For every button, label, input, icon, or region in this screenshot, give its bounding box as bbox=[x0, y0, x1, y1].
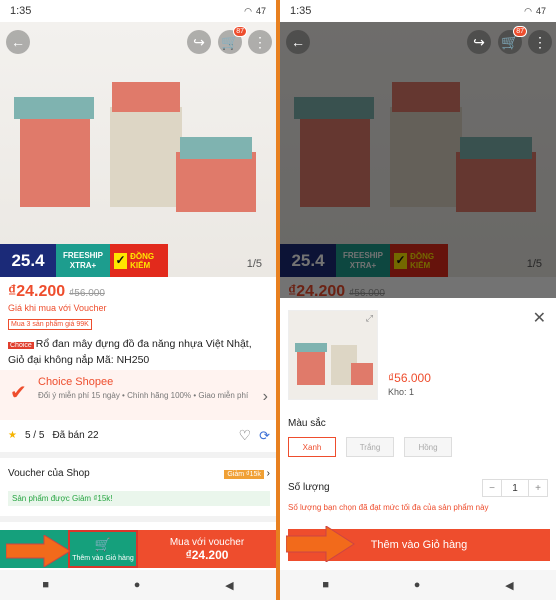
check-icon: ✔ bbox=[10, 382, 27, 404]
status-bar: 1:35 ◠ 47 bbox=[0, 0, 276, 22]
quantity-stepper: − 1 + bbox=[482, 479, 548, 497]
add-to-cart-button[interactable]: 🛒 Thêm vào Giỏ hàng bbox=[68, 530, 138, 568]
right-phone-screen: 1:35 ◠47 25.4 FREESHIPXTRA+ ✓ĐỒNG KIỂM 1… bbox=[280, 0, 556, 600]
star-icon: ★ bbox=[8, 430, 17, 441]
nav-back-icon[interactable]: ◀ bbox=[225, 579, 233, 592]
voucher-note: Sản phẩm được Giảm ₫15k! bbox=[8, 491, 270, 506]
promo-banner: 25.4 FREESHIP XTRA+ ✓ ĐỒNG KIỂM bbox=[0, 244, 168, 277]
share-icon[interactable]: ↪ bbox=[467, 30, 491, 54]
chevron-right-icon: › bbox=[262, 388, 268, 405]
product-image[interactable] bbox=[0, 22, 276, 277]
left-phone-screen: 1:35 ◠ 47 ← ↪ 🛒 87 ⋮ 25.4 FREESHIP XTRA+ ✓ Đ… bbox=[0, 0, 276, 600]
price-row: ₫24.200 ₫56.000 bbox=[8, 283, 105, 301]
quantity-label: Số lượng bbox=[288, 482, 330, 493]
sheet-price: ₫56.000 bbox=[388, 371, 431, 385]
shop-voucher-row[interactable]: Voucher của Shop Giảm ₫15k › bbox=[8, 468, 270, 479]
sold-count: Đã bán 22 bbox=[52, 430, 99, 441]
cart-badge: 87 bbox=[233, 26, 247, 37]
old-price: ₫56.000 bbox=[69, 288, 105, 299]
nav-home-icon[interactable]: ● bbox=[134, 579, 141, 591]
promo-dong-kiem: ✓ ĐỒNG KIỂM bbox=[110, 244, 168, 277]
nav-home-icon[interactable]: ● bbox=[414, 579, 421, 591]
nav-recent-icon[interactable]: ■ bbox=[322, 579, 329, 591]
quantity-warning: Số lượng bạn chọn đã đạt mức tối đa của … bbox=[288, 503, 489, 512]
status-time: 1:35 bbox=[10, 5, 32, 17]
color-label: Màu sắc bbox=[288, 418, 326, 429]
product-title: Choice Rổ đan mây đựng đồ đa năng nhựa Vi… bbox=[8, 338, 252, 366]
promo-freeship: FREESHIP XTRA+ bbox=[56, 244, 110, 277]
voucher-price-note[interactable]: Giá khi mua với Voucher bbox=[8, 303, 106, 313]
close-icon[interactable]: ✕ bbox=[533, 308, 546, 328]
option-trang[interactable]: Trắng bbox=[346, 437, 394, 457]
cart-icon[interactable]: 🛒 87 bbox=[498, 26, 527, 54]
more-icon[interactable]: ⋮ bbox=[248, 30, 272, 54]
wifi-icon: ◠ bbox=[524, 5, 532, 16]
back-icon[interactable]: ← bbox=[286, 30, 310, 54]
baskets-illustration bbox=[14, 82, 256, 212]
android-nav-bar: ■ ● ◀ bbox=[0, 570, 276, 600]
buy-with-voucher-button[interactable]: Mua với voucher ₫24.200 bbox=[138, 530, 276, 568]
battery-icon: 47 bbox=[535, 6, 546, 16]
choice-shopee-row[interactable]: ✔ Choice Shopee Đổi ý miễn phí 15 ngày •… bbox=[0, 370, 276, 420]
sheet-stock: Kho: 1 bbox=[388, 387, 415, 397]
battery-icon: 47 bbox=[255, 6, 266, 16]
choice-badge: Choice bbox=[8, 342, 34, 349]
status-bar: 1:35 ◠ 47 bbox=[280, 0, 556, 22]
minus-button[interactable]: − bbox=[483, 480, 501, 496]
cart-icon[interactable]: 🛒 87 bbox=[218, 26, 247, 54]
plus-button[interactable]: + bbox=[529, 480, 547, 496]
nav-recent-icon[interactable]: ■ bbox=[42, 579, 49, 591]
check-icon: ✓ bbox=[114, 252, 128, 269]
option-xanh[interactable]: Xanh bbox=[288, 437, 336, 457]
cart-plus-icon: 🛒 bbox=[94, 536, 112, 552]
voucher-word: Voucher bbox=[73, 303, 107, 313]
nav-back-icon[interactable]: ◀ bbox=[505, 579, 513, 592]
share-messenger-icon[interactable]: ⟳ bbox=[259, 428, 270, 444]
android-nav-bar: ■ ● ◀ bbox=[280, 570, 556, 600]
back-icon[interactable]: ← bbox=[6, 30, 30, 54]
option-hong[interactable]: Hồng bbox=[404, 437, 452, 457]
expand-icon[interactable]: ⤢ bbox=[366, 313, 373, 324]
wifi-icon: ◠ bbox=[244, 5, 252, 16]
promo-day: 25.4 bbox=[0, 244, 56, 277]
share-icon[interactable]: ↪ bbox=[187, 30, 211, 54]
variant-thumbnail[interactable]: ⤢ bbox=[288, 310, 378, 400]
chevron-right-icon: › bbox=[266, 468, 270, 479]
rating-row: ★ 5 / 5 Đã bán 22 ♡ ⟳ bbox=[8, 427, 270, 444]
bulk-tag: Mua 3 sản phẩm giá 99K bbox=[8, 319, 92, 330]
product-price: ₫24.200 bbox=[8, 283, 66, 300]
image-counter: 1/5 bbox=[246, 258, 262, 270]
orange-arrow-annotation bbox=[6, 535, 71, 567]
quantity-value[interactable]: 1 bbox=[501, 480, 529, 496]
more-icon[interactable]: ⋮ bbox=[528, 30, 552, 54]
heart-icon[interactable]: ♡ bbox=[239, 427, 252, 444]
orange-arrow-annotation bbox=[286, 526, 355, 562]
rating-score: 5 / 5 bbox=[24, 430, 45, 441]
